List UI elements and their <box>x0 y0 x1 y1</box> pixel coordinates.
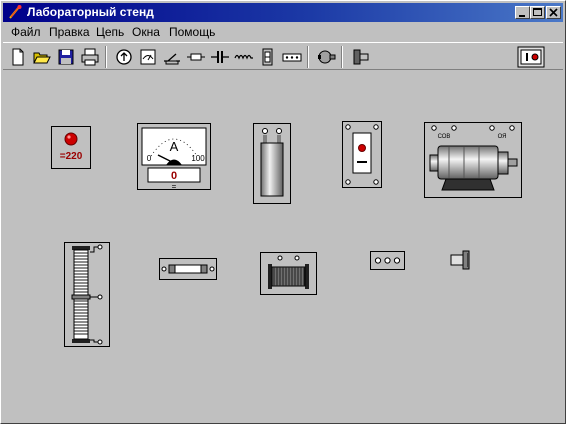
workspace[interactable]: =220 A 0 100 0 = СОВ ОЯ <box>3 71 563 421</box>
motor[interactable]: СОВ ОЯ <box>424 122 522 198</box>
menu-windows[interactable]: Окна <box>132 25 160 39</box>
maximize-icon <box>533 8 542 16</box>
source-voltage-label: =220 <box>60 151 83 162</box>
connector-plug[interactable] <box>449 249 471 271</box>
print-icon[interactable] <box>79 46 101 68</box>
title-bar[interactable]: Лабораторный стенд <box>3 3 563 22</box>
power-source[interactable]: =220 <box>51 126 91 169</box>
rheostat-slider[interactable] <box>71 294 91 300</box>
menu-circuit[interactable]: Цепь <box>96 25 124 39</box>
meter-icon[interactable] <box>137 46 159 68</box>
terminal-block[interactable] <box>370 251 405 270</box>
maximize-button[interactable] <box>530 6 545 19</box>
motor-label-right: ОЯ <box>498 134 507 140</box>
capacitor[interactable] <box>253 123 291 204</box>
menu-edit[interactable]: Правка <box>49 25 90 39</box>
rheostat[interactable] <box>64 242 110 347</box>
app-icon <box>9 5 22 19</box>
menu-file[interactable]: Файл <box>11 25 41 39</box>
indicator-lamp <box>64 132 78 146</box>
terminal-icon[interactable] <box>349 46 371 68</box>
ammeter-unit: A <box>170 139 179 154</box>
close-button[interactable] <box>546 6 561 19</box>
toolbar <box>3 42 563 70</box>
save-disk-icon[interactable] <box>55 46 77 68</box>
toolbar-separator <box>105 46 107 68</box>
ammeter-reading: 0 <box>171 170 177 182</box>
menu-bar: Файл Правка Цепь Окна Помощь <box>3 23 563 41</box>
fuse[interactable] <box>159 258 217 280</box>
switch-icon[interactable] <box>161 46 183 68</box>
new-file-icon[interactable] <box>7 46 29 68</box>
capacitor-icon[interactable] <box>209 46 231 68</box>
ammeter[interactable]: A 0 100 0 = <box>137 123 211 190</box>
ammeter-scale-min: 0 <box>147 154 152 163</box>
close-icon <box>549 8 558 17</box>
toolbar-separator <box>307 46 309 68</box>
motor-icon[interactable] <box>315 46 337 68</box>
motor-label-left: СОВ <box>438 134 451 140</box>
switch[interactable] <box>342 121 382 188</box>
resistor-icon[interactable] <box>281 46 303 68</box>
inductor-icon[interactable] <box>233 46 255 68</box>
menu-help[interactable]: Помощь <box>169 25 215 39</box>
application-window: Лабораторный стенд Файл Правка Цепь Окна… <box>0 0 566 424</box>
ammeter-polarity: = <box>172 182 177 190</box>
window-title: Лабораторный стенд <box>27 5 154 19</box>
toolbar-separator <box>341 46 343 68</box>
source-icon[interactable] <box>113 46 135 68</box>
open-folder-icon[interactable] <box>31 46 53 68</box>
fuse-icon[interactable] <box>185 46 207 68</box>
minimize-icon <box>519 15 525 17</box>
panel-view-icon[interactable] <box>517 46 545 68</box>
inductor-coil[interactable] <box>260 252 317 295</box>
minimize-button[interactable] <box>515 6 530 19</box>
ammeter-scale-max: 100 <box>191 154 205 163</box>
switch-indicator <box>358 144 366 152</box>
rheostat-icon[interactable] <box>257 46 279 68</box>
